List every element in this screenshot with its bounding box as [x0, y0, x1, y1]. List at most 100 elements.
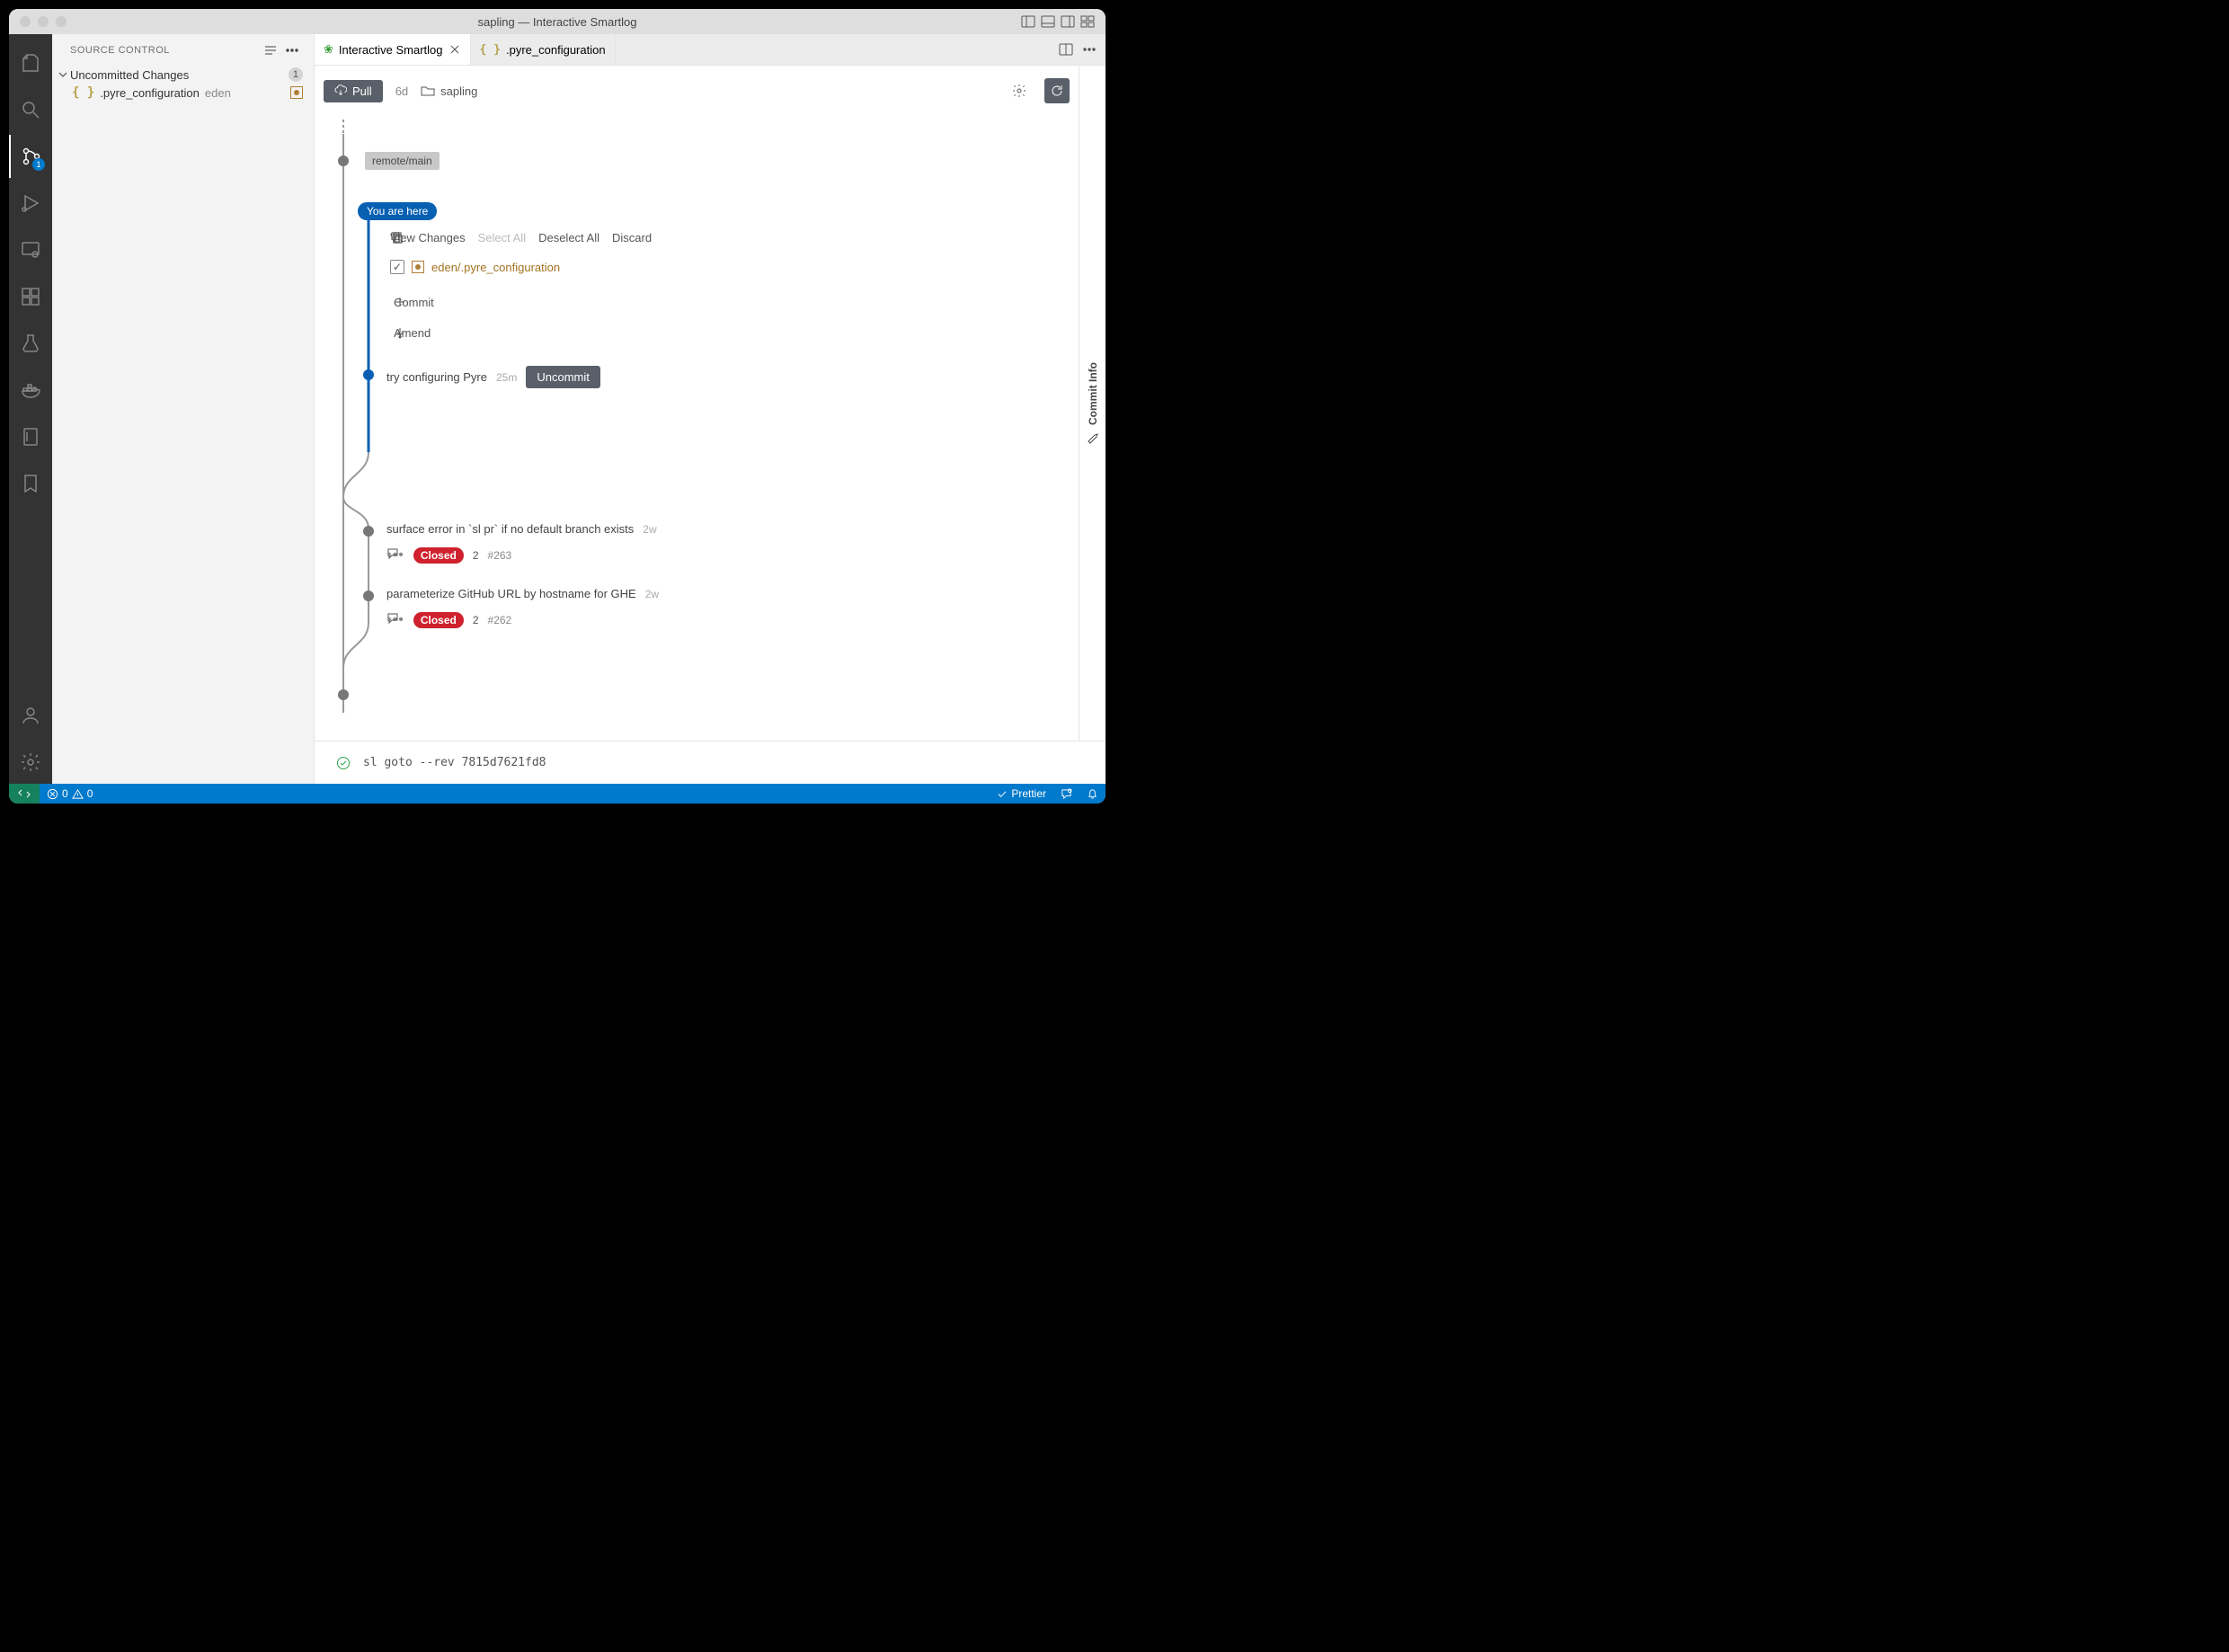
activity-bookmark[interactable] — [9, 462, 52, 505]
close-icon[interactable] — [448, 43, 461, 56]
pr-comments[interactable]: 2 — [473, 614, 479, 626]
activity-debug[interactable] — [9, 182, 52, 225]
commit-0[interactable]: try configuring Pyre 25m Uncommit — [386, 366, 600, 388]
cwd[interactable]: sapling — [421, 84, 477, 98]
layout-primary-icon[interactable] — [1021, 14, 1035, 29]
chevron-down-icon — [56, 67, 70, 82]
feedback-icon — [1061, 788, 1072, 800]
deselect-all-button[interactable]: Deselect All — [538, 231, 599, 244]
json-icon: { } — [480, 43, 501, 57]
discard-button[interactable]: Discard — [612, 231, 652, 244]
layout-panel-icon[interactable] — [1041, 14, 1055, 29]
commit-ago: 25m — [496, 371, 517, 384]
more-icon[interactable] — [285, 43, 299, 58]
activity-docker[interactable] — [9, 369, 52, 412]
activity-extensions[interactable] — [9, 275, 52, 318]
commit-2[interactable]: parameterize GitHub URL by hostname for … — [386, 587, 659, 600]
commit-ago: 2w — [643, 523, 656, 536]
pr-comments[interactable]: 2 — [473, 549, 479, 562]
modified-icon — [412, 261, 424, 273]
remote-indicator[interactable] — [9, 784, 40, 804]
activity-scm[interactable]: 1 — [9, 135, 52, 178]
refresh-button[interactable] — [1044, 78, 1070, 103]
view-tree-icon[interactable] — [263, 43, 278, 58]
node-commit-2[interactable] — [363, 591, 374, 601]
warning-count: 0 — [87, 787, 93, 800]
activity-testing[interactable] — [9, 322, 52, 365]
changed-file-path: eden/.pyre_configuration — [431, 261, 560, 274]
you-are-here: You are here — [358, 202, 437, 220]
changed-file[interactable]: eden/.pyre_configuration — [390, 260, 560, 274]
pr-closed-badge[interactable]: Closed — [413, 547, 464, 564]
commit-info-rail[interactable]: Commit Info — [1079, 66, 1106, 741]
pr-number[interactable]: #262 — [488, 614, 512, 626]
pull-label: Pull — [352, 84, 372, 98]
file-dir: eden — [205, 86, 290, 100]
minimize-dot[interactable] — [38, 16, 49, 27]
smartlog-view: Pull 6d sapling — [315, 66, 1079, 741]
node-remote-main[interactable] — [338, 155, 349, 166]
sapling-icon: ❀ — [324, 42, 333, 57]
warning-icon — [72, 788, 84, 800]
split-editor-icon[interactable] — [1059, 42, 1073, 57]
cwd-label: sapling — [440, 84, 477, 98]
pencil-icon — [1087, 432, 1099, 445]
file-name: .pyre_configuration — [100, 86, 200, 100]
plus-icon — [394, 296, 406, 308]
activity-accounts[interactable] — [9, 694, 52, 737]
commit-graph: remote/main You are here View Changes — [338, 120, 1061, 741]
scm-badge: 1 — [32, 158, 45, 171]
traffic-lights[interactable] — [20, 16, 67, 27]
section-uncommitted[interactable]: Uncommitted Changes 1 — [52, 66, 314, 84]
pull-age: 6d — [395, 84, 408, 98]
commit-1[interactable]: surface error in `sl pr` if no default b… — [386, 522, 657, 536]
tab-smartlog[interactable]: ❀ Interactive Smartlog — [315, 34, 471, 65]
error-icon — [47, 788, 58, 800]
pull-button[interactable]: Pull — [324, 80, 383, 102]
tab-label: .pyre_configuration — [506, 43, 606, 57]
layout-secondary-icon[interactable] — [1061, 14, 1075, 29]
node-head[interactable] — [363, 369, 374, 380]
uncommit-button[interactable]: Uncommit — [526, 366, 600, 388]
remote-icon — [18, 787, 31, 800]
file-row[interactable]: { } .pyre_configuration eden — [52, 84, 314, 102]
more-icon[interactable] — [1082, 42, 1097, 57]
activity-settings[interactable] — [9, 741, 52, 784]
pr-closed-badge[interactable]: Closed — [413, 612, 464, 628]
sl-toolbar: Pull 6d sapling — [324, 78, 1070, 103]
activity-explorer[interactable] — [9, 41, 52, 84]
json-icon: { } — [72, 85, 94, 100]
commit-action[interactable]: Commit — [394, 296, 434, 309]
sidebar: SOURCE CONTROL Uncommitted Changes 1 { }… — [52, 34, 315, 784]
bell-icon — [1087, 788, 1098, 800]
cloud-down-icon — [334, 84, 347, 97]
error-count: 0 — [62, 787, 68, 800]
status-problems[interactable]: 0 0 — [40, 787, 100, 800]
node-commit-1[interactable] — [363, 526, 374, 537]
remote-main-label[interactable]: remote/main — [365, 152, 440, 170]
titlebar: sapling — Interactive Smartlog — [9, 9, 1106, 34]
status-notifications[interactable] — [1079, 788, 1106, 800]
activity-remote-explorer[interactable] — [9, 228, 52, 271]
settings-button[interactable] — [1007, 78, 1032, 103]
amend-action[interactable]: Amend — [394, 326, 431, 340]
select-all-button[interactable]: Select All — [478, 231, 526, 244]
node-base[interactable] — [338, 689, 349, 700]
activity-search[interactable] — [9, 88, 52, 131]
trash-icon — [390, 231, 404, 244]
prettier-label: Prettier — [1011, 787, 1046, 800]
check-circle-icon — [336, 756, 351, 770]
close-dot[interactable] — [20, 16, 31, 27]
activity-notes[interactable] — [9, 415, 52, 458]
commit-info-label: Commit Info — [1087, 362, 1099, 425]
zoom-dot[interactable] — [56, 16, 67, 27]
checkbox-checked[interactable] — [390, 260, 404, 274]
tab-pyre-config[interactable]: { } .pyre_configuration — [471, 34, 616, 65]
comment-icon — [386, 547, 399, 560]
status-feedback[interactable] — [1053, 788, 1079, 800]
modified-icon — [290, 86, 303, 99]
status-prettier[interactable]: Prettier — [989, 787, 1053, 800]
layout-customize-icon[interactable] — [1080, 14, 1095, 29]
pr-number[interactable]: #263 — [488, 549, 512, 562]
changes-actions: View Changes Select All Deselect All — [390, 231, 652, 244]
